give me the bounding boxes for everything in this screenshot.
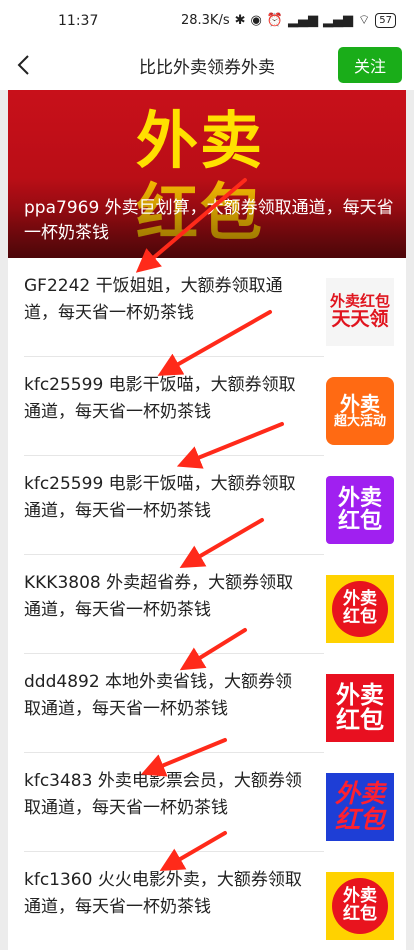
signal-icon: ▂▄▆: [288, 12, 319, 28]
red-envelope-badge: 外卖 红包: [332, 878, 388, 934]
toggle-icon: ◉: [250, 12, 262, 28]
nav-bar: 比比外卖领券外卖 关注: [0, 40, 414, 90]
wifi-icon: ⌔: [358, 13, 371, 28]
thumb-line-2: 红包: [336, 706, 384, 734]
status-icons: 28.3K/s ✱ ◉ ⏰ ▂▄▆ ▂▄▆ ⌔ 57: [181, 12, 396, 28]
network-speed: 28.3K/s: [180, 12, 230, 28]
list-item[interactable]: kfc1360 火火电影外卖，大额券领取通道，每天省一杯奶茶钱 外卖 红包: [8, 852, 406, 950]
thumb-line-1: 外卖: [334, 778, 385, 808]
list-item-title: kfc25599 电影干饭喵，大额券领取通道，每天省一杯奶茶钱: [24, 474, 296, 521]
list-item-thumbnail: 外卖 红包: [326, 773, 394, 841]
banner-caption: ppa7969 外卖巨划算，大额券领取通道，每天省一杯奶茶钱: [24, 198, 394, 243]
list-item-thumbnail: 外卖 红包: [326, 476, 394, 544]
list-item-thumbnail: 外卖 红包: [326, 872, 394, 940]
list-item[interactable]: kfc3483 外卖电影票会员，大额券领取通道，每天省一杯奶茶钱 外卖 红包: [8, 753, 406, 852]
bluetooth-icon: ✱: [234, 12, 246, 28]
thumb-line-2: 红包: [343, 904, 377, 924]
signal-icon-2: ▂▄▆: [323, 12, 354, 28]
list-item[interactable]: kfc25599 电影干饭喵，大额券领取通道，每天省一杯奶茶钱 外卖 红包: [8, 456, 406, 555]
list-item-title: kfc25599 电影干饭喵，大额券领取通道，每天省一杯奶茶钱: [24, 375, 296, 422]
thumb-line-1: 外卖: [340, 391, 380, 416]
thumb-line-1: 外卖: [337, 485, 382, 511]
thumb-line-1: 外卖: [336, 680, 384, 709]
list-item-title: GF2242 干饭姐姐，大额券领取通道，每天省一杯奶茶钱: [24, 276, 283, 323]
thumb-line-2: 红包: [337, 509, 382, 534]
status-time: 11:37: [58, 13, 99, 29]
red-envelope-badge: 外卖 红包: [332, 581, 388, 637]
thumb-line-2: 红包: [334, 805, 385, 834]
thumb-line-2: 超大活动: [333, 413, 386, 429]
list-item-thumbnail: 外卖 红包: [326, 674, 394, 742]
article-feed: 外卖 红包 ppa7969 外卖巨划算，大额券领取通道，每天省一杯奶茶钱 GF2…: [8, 90, 406, 950]
list-item[interactable]: ddd4892 本地外卖省钱，大额券领取通道，每天省一杯奶茶钱 外卖 红包: [8, 654, 406, 753]
list-item[interactable]: KKK3808 外卖超省券，大额券领取通道，每天省一杯奶茶钱 外卖 红包: [8, 555, 406, 654]
top-banner[interactable]: 外卖 红包 ppa7969 外卖巨划算，大额券领取通道，每天省一杯奶茶钱: [8, 90, 406, 258]
list-item[interactable]: kfc25599 电影干饭喵，大额券领取通道，每天省一杯奶茶钱 外卖 超大活动: [8, 357, 406, 456]
list-item-thumbnail: 外卖红包 天天领: [326, 278, 394, 346]
list-item-title: kfc1360 火火电影外卖，大额券领取通道，每天省一杯奶茶钱: [24, 870, 302, 917]
list-item-thumbnail: 外卖 红包: [326, 575, 394, 643]
thumb-line-2: 天天领: [331, 307, 389, 330]
follow-button[interactable]: 关注: [338, 47, 402, 83]
list-item-thumbnail: 外卖 超大活动: [326, 377, 394, 445]
list-item-title: ddd4892 本地外卖省钱，大额券领取通道，每天省一杯奶茶钱: [24, 672, 293, 719]
thumb-line-2: 红包: [343, 607, 377, 627]
alarm-icon: ⏰: [266, 12, 284, 28]
list-item-title: kfc3483 外卖电影票会员，大额券领取通道，每天省一杯奶茶钱: [24, 771, 302, 818]
status-bar: 11:37 28.3K/s ✱ ◉ ⏰ ▂▄▆ ▂▄▆ ⌔ 57: [0, 0, 414, 40]
list-item[interactable]: GF2242 干饭姐姐，大额券领取通道，每天省一杯奶茶钱 外卖红包 天天领: [8, 258, 406, 357]
battery-icon: 57: [375, 12, 396, 28]
list-item-title: KKK3808 外卖超省券，大额券领取通道，每天省一杯奶茶钱: [24, 573, 294, 620]
